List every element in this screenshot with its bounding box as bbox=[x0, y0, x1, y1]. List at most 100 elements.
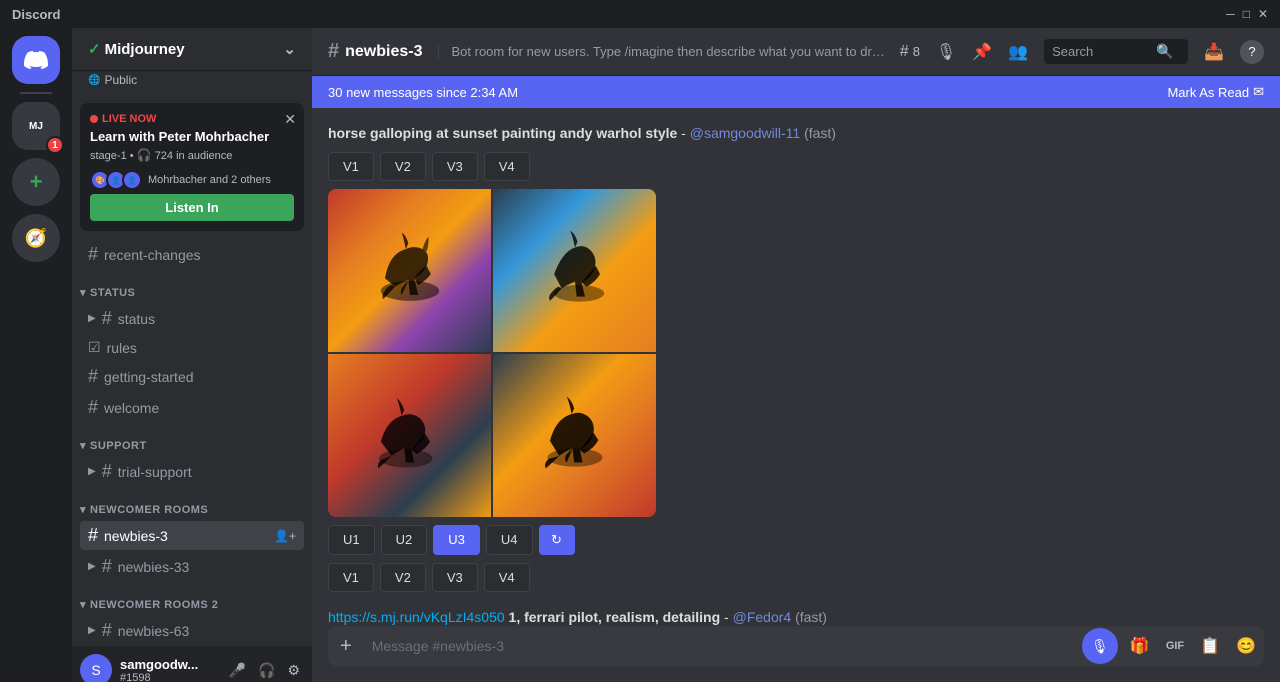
hash-icon: # bbox=[88, 366, 98, 387]
mention-tag-2: @Fedor4 bbox=[733, 609, 792, 625]
sticker-btn[interactable]: 📋 bbox=[1196, 632, 1224, 660]
v4-btn-bottom[interactable]: V4 bbox=[484, 563, 530, 592]
user-controls: 🎤 🎧 ⚙ bbox=[225, 660, 304, 681]
category-expand-arrow: ▾ bbox=[80, 503, 86, 516]
category-newcomer-rooms[interactable]: ▾ NEWCOMER ROOMS bbox=[72, 487, 312, 520]
category-expand-arrow: ▾ bbox=[80, 439, 86, 452]
hash-icon: # bbox=[88, 244, 98, 265]
mic-control-btn[interactable]: 🎤 bbox=[225, 660, 250, 681]
horse-image-2[interactable] bbox=[493, 189, 656, 352]
channel-item-getting-started[interactable]: # getting-started bbox=[80, 362, 304, 391]
v4-btn-top[interactable]: V4 bbox=[484, 152, 530, 181]
v1-btn-bottom[interactable]: V1 bbox=[328, 563, 374, 592]
help-btn[interactable]: ? bbox=[1240, 40, 1264, 64]
hash-icon: # bbox=[102, 308, 112, 329]
channel-hash-prefix: # bbox=[328, 40, 339, 63]
speed-tag-2: (fast) bbox=[795, 609, 827, 625]
hash-icon: # bbox=[102, 556, 112, 577]
upscale-buttons: U1 U2 U3 U4 ↻ bbox=[328, 525, 1264, 555]
category-expand-arrow: ▾ bbox=[80, 598, 86, 611]
v1-btn-top[interactable]: V1 bbox=[328, 152, 374, 181]
channel-item-trial-support[interactable]: ▶ # trial-support bbox=[80, 457, 304, 486]
u4-btn[interactable]: U4 bbox=[486, 525, 533, 555]
explore-servers-icon[interactable]: 🧭 bbox=[12, 214, 60, 262]
channel-header-name: # newbies-3 bbox=[328, 40, 422, 63]
settings-control-btn[interactable]: ⚙ bbox=[283, 660, 304, 681]
v3-btn-top[interactable]: V3 bbox=[432, 152, 478, 181]
maximize-btn[interactable]: □ bbox=[1243, 7, 1250, 21]
add-attachment-btn[interactable]: + bbox=[332, 627, 360, 666]
input-actions: 🎙 🎁 GIF 📋 😊 bbox=[1082, 628, 1260, 664]
channel-item-newbies-63[interactable]: ▶ # newbies-63 bbox=[80, 616, 304, 645]
discord-home-icon[interactable] bbox=[12, 36, 60, 84]
pin-header-btn[interactable]: 📌 bbox=[972, 42, 992, 62]
search-bar[interactable]: 🔍 bbox=[1044, 39, 1188, 64]
channel-item-newbies-3[interactable]: # newbies-3 👤+ bbox=[80, 521, 304, 550]
app-title: Discord bbox=[12, 7, 60, 22]
live-now-meta: stage-1 • 🎧 724 in audience bbox=[90, 148, 294, 162]
category-status[interactable]: ▾ STATUS bbox=[72, 270, 312, 303]
hash-icon: # bbox=[88, 525, 98, 546]
channel-item-status[interactable]: ▶ # status bbox=[80, 304, 304, 333]
u2-btn[interactable]: U2 bbox=[381, 525, 428, 555]
message-text-2: https://s.mj.run/vKqLzI4s050 1, ferrari … bbox=[328, 608, 1264, 626]
horse-image-4[interactable] bbox=[493, 354, 656, 517]
members-icon[interactable]: # 8 bbox=[900, 43, 920, 61]
horse-image-1[interactable] bbox=[328, 189, 491, 352]
server-list: MJ 1 + 🧭 bbox=[0, 28, 72, 682]
live-now-close-btn[interactable]: ✕ bbox=[284, 111, 296, 128]
message-input[interactable] bbox=[368, 626, 1074, 666]
emoji-btn[interactable]: 😊 bbox=[1232, 632, 1260, 660]
user-avatar: S bbox=[80, 654, 112, 682]
add-member-icon: 👤+ bbox=[274, 529, 296, 543]
category-support[interactable]: ▾ SUPPORT bbox=[72, 423, 312, 456]
search-icon: 🔍 bbox=[1156, 43, 1173, 60]
headset-control-btn[interactable]: 🎧 bbox=[254, 660, 279, 681]
category-newcomer-rooms-2[interactable]: ▾ NEWCOMER ROOMS 2 bbox=[72, 582, 312, 615]
server-header[interactable]: ✓ Midjourney ⌄ bbox=[72, 28, 312, 71]
u1-btn[interactable]: U1 bbox=[328, 525, 375, 555]
minimize-btn[interactable]: ─ bbox=[1226, 7, 1235, 21]
v2-btn-bottom[interactable]: V2 bbox=[380, 563, 426, 592]
server-expand-icon: ⌄ bbox=[283, 40, 296, 58]
hash-members-icon: # bbox=[900, 43, 909, 61]
hash-icon: # bbox=[102, 620, 112, 641]
image-grid bbox=[328, 189, 656, 517]
message-input-container: + 🎙 🎁 GIF 📋 😊 bbox=[328, 626, 1264, 666]
expand-arrow: ▶ bbox=[88, 313, 96, 324]
microphone-header-btn[interactable]: 🎙 bbox=[936, 42, 956, 62]
mention-tag: @samgoodwill-11 bbox=[690, 125, 800, 141]
server-checkmark: ✓ bbox=[88, 40, 101, 58]
live-avatar-3: 👤 bbox=[122, 170, 142, 190]
search-input[interactable] bbox=[1052, 44, 1152, 59]
mark-as-read-button[interactable]: Mark As Read ✉ bbox=[1167, 84, 1264, 100]
refresh-btn[interactable]: ↻ bbox=[539, 525, 575, 555]
new-messages-text: 30 new messages since 2:34 AM bbox=[328, 85, 518, 100]
channel-item-welcome[interactable]: # welcome bbox=[80, 393, 304, 422]
u3-btn[interactable]: U3 bbox=[433, 525, 480, 555]
horse-image-3[interactable] bbox=[328, 354, 491, 517]
expand-arrow: ▶ bbox=[88, 625, 96, 636]
message-link[interactable]: https://s.mj.run/vKqLzI4s050 bbox=[328, 609, 505, 625]
close-btn[interactable]: ✕ bbox=[1258, 7, 1268, 21]
mic-active-btn[interactable]: 🎙 bbox=[1082, 628, 1118, 664]
channel-item-recent-changes[interactable]: # recent-changes bbox=[80, 240, 304, 269]
live-now-banner: LIVE NOW ✕ Learn with Peter Mohrbacher s… bbox=[80, 103, 304, 231]
live-label: LIVE NOW bbox=[90, 113, 294, 125]
v3-btn-bottom[interactable]: V3 bbox=[432, 563, 478, 592]
add-server-icon[interactable]: + bbox=[12, 158, 60, 206]
gift-btn[interactable]: 🎁 bbox=[1126, 632, 1154, 660]
members-list-btn[interactable]: 👥 bbox=[1008, 42, 1028, 62]
server-name: Midjourney bbox=[105, 41, 185, 58]
variation-buttons-top: V1 V2 V3 V4 bbox=[328, 152, 1264, 181]
midjourney-server-icon[interactable]: MJ 1 bbox=[12, 102, 60, 150]
gif-btn[interactable]: GIF bbox=[1162, 636, 1188, 656]
live-now-title: Learn with Peter Mohrbacher bbox=[90, 129, 294, 144]
channel-item-newbies-33[interactable]: ▶ # newbies-33 bbox=[80, 552, 304, 581]
channel-sidebar: ✓ Midjourney ⌄ 🌐 Public LIVE NOW ✕ Learn… bbox=[72, 28, 312, 682]
channel-item-rules[interactable]: ☑ rules bbox=[80, 335, 304, 360]
variation-buttons-bottom: V1 V2 V3 V4 bbox=[328, 563, 1264, 592]
v2-btn-top[interactable]: V2 bbox=[380, 152, 426, 181]
inbox-btn[interactable]: 📥 bbox=[1204, 42, 1224, 62]
listen-in-button[interactable]: Listen In bbox=[90, 194, 294, 221]
